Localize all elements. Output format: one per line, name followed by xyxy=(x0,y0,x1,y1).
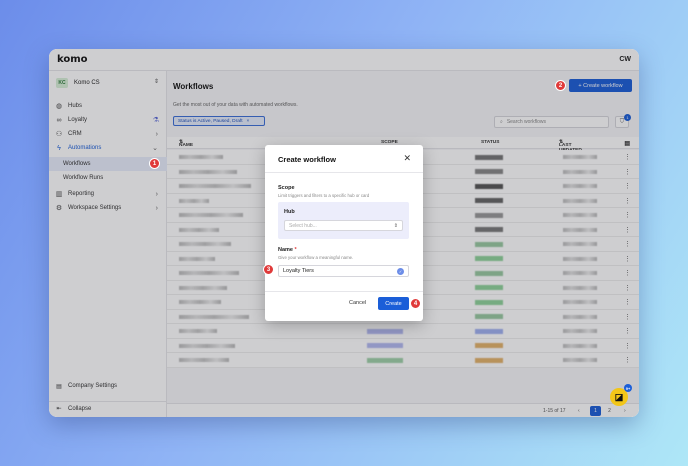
close-icon[interactable]: ✕ xyxy=(403,153,411,164)
chat-icon: ◪ xyxy=(614,391,624,402)
dialog-title: Create workflow xyxy=(278,155,336,164)
required-marker: * xyxy=(294,247,297,253)
notification-dot: 9+ xyxy=(624,384,632,392)
create-workflow-dialog: Create workflow ✕ Scope Limit triggers a… xyxy=(265,145,423,321)
step-badge-3: 3 xyxy=(263,264,274,275)
name-value: Loyalty Tiers xyxy=(283,268,314,274)
hub-label: Hub xyxy=(284,209,295,215)
hub-placeholder: Select hub... xyxy=(289,222,317,229)
chevron-updown-icon: ⇕ xyxy=(393,222,398,229)
create-button[interactable]: Create xyxy=(378,297,409,310)
hub-select[interactable]: Select hub... ⇕ xyxy=(284,220,403,231)
scope-label: Scope xyxy=(278,185,295,191)
grammar-assist-icon[interactable]: ✓ xyxy=(397,268,404,275)
cancel-button[interactable]: Cancel xyxy=(349,300,366,306)
name-hint: Give your workflow a meaningful name. xyxy=(278,255,354,260)
name-label: Name * xyxy=(278,247,297,253)
step-badge-2: 2 xyxy=(555,80,566,91)
help-chat-button[interactable]: ◪ 9+ xyxy=(610,384,632,406)
divider xyxy=(265,172,423,173)
app-window: komo CW KC Komo CS ⇕ ◍ Hubs ∞ Loyalty ⚗ ⚇ CR… xyxy=(49,49,639,417)
step-badge-1: 1 xyxy=(149,158,160,169)
workflow-name-input[interactable]: Loyalty Tiers ✓ xyxy=(278,265,409,277)
divider xyxy=(265,291,423,292)
scope-hint: Limit triggers and filters to a specific… xyxy=(278,193,370,198)
step-badge-4: 4 xyxy=(410,298,421,309)
hub-section: Hub Select hub... ⇕ xyxy=(278,202,409,239)
